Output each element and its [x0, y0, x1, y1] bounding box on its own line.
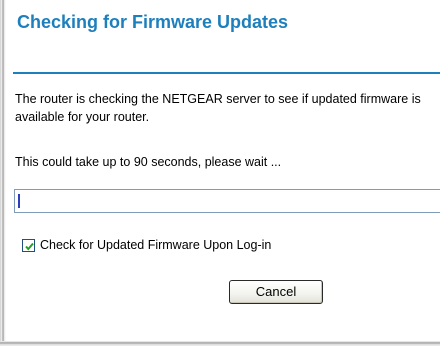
- check-on-login-label[interactable]: Check for Updated Firmware Upon Log-in: [40, 238, 271, 252]
- cancel-button[interactable]: Cancel: [229, 280, 323, 304]
- check-on-login-option[interactable]: Check for Updated Firmware Upon Log-in: [22, 238, 271, 252]
- checkmark-icon: [25, 242, 34, 251]
- progress-bar-fill: [18, 194, 22, 208]
- status-message-line-1: The router is checking the NETGEAR serve…: [15, 92, 421, 106]
- page-title: Checking for Firmware Updates: [17, 12, 289, 32]
- title-divider: [13, 72, 440, 74]
- status-message-line-2: available for your router.: [15, 110, 150, 124]
- wait-message: This could take up to 90 seconds, please…: [15, 155, 282, 169]
- check-on-login-checkbox[interactable]: [22, 238, 35, 252]
- firmware-check-window: Checking for Firmware Updates The router…: [0, 0, 440, 346]
- progress-bar: [14, 189, 440, 213]
